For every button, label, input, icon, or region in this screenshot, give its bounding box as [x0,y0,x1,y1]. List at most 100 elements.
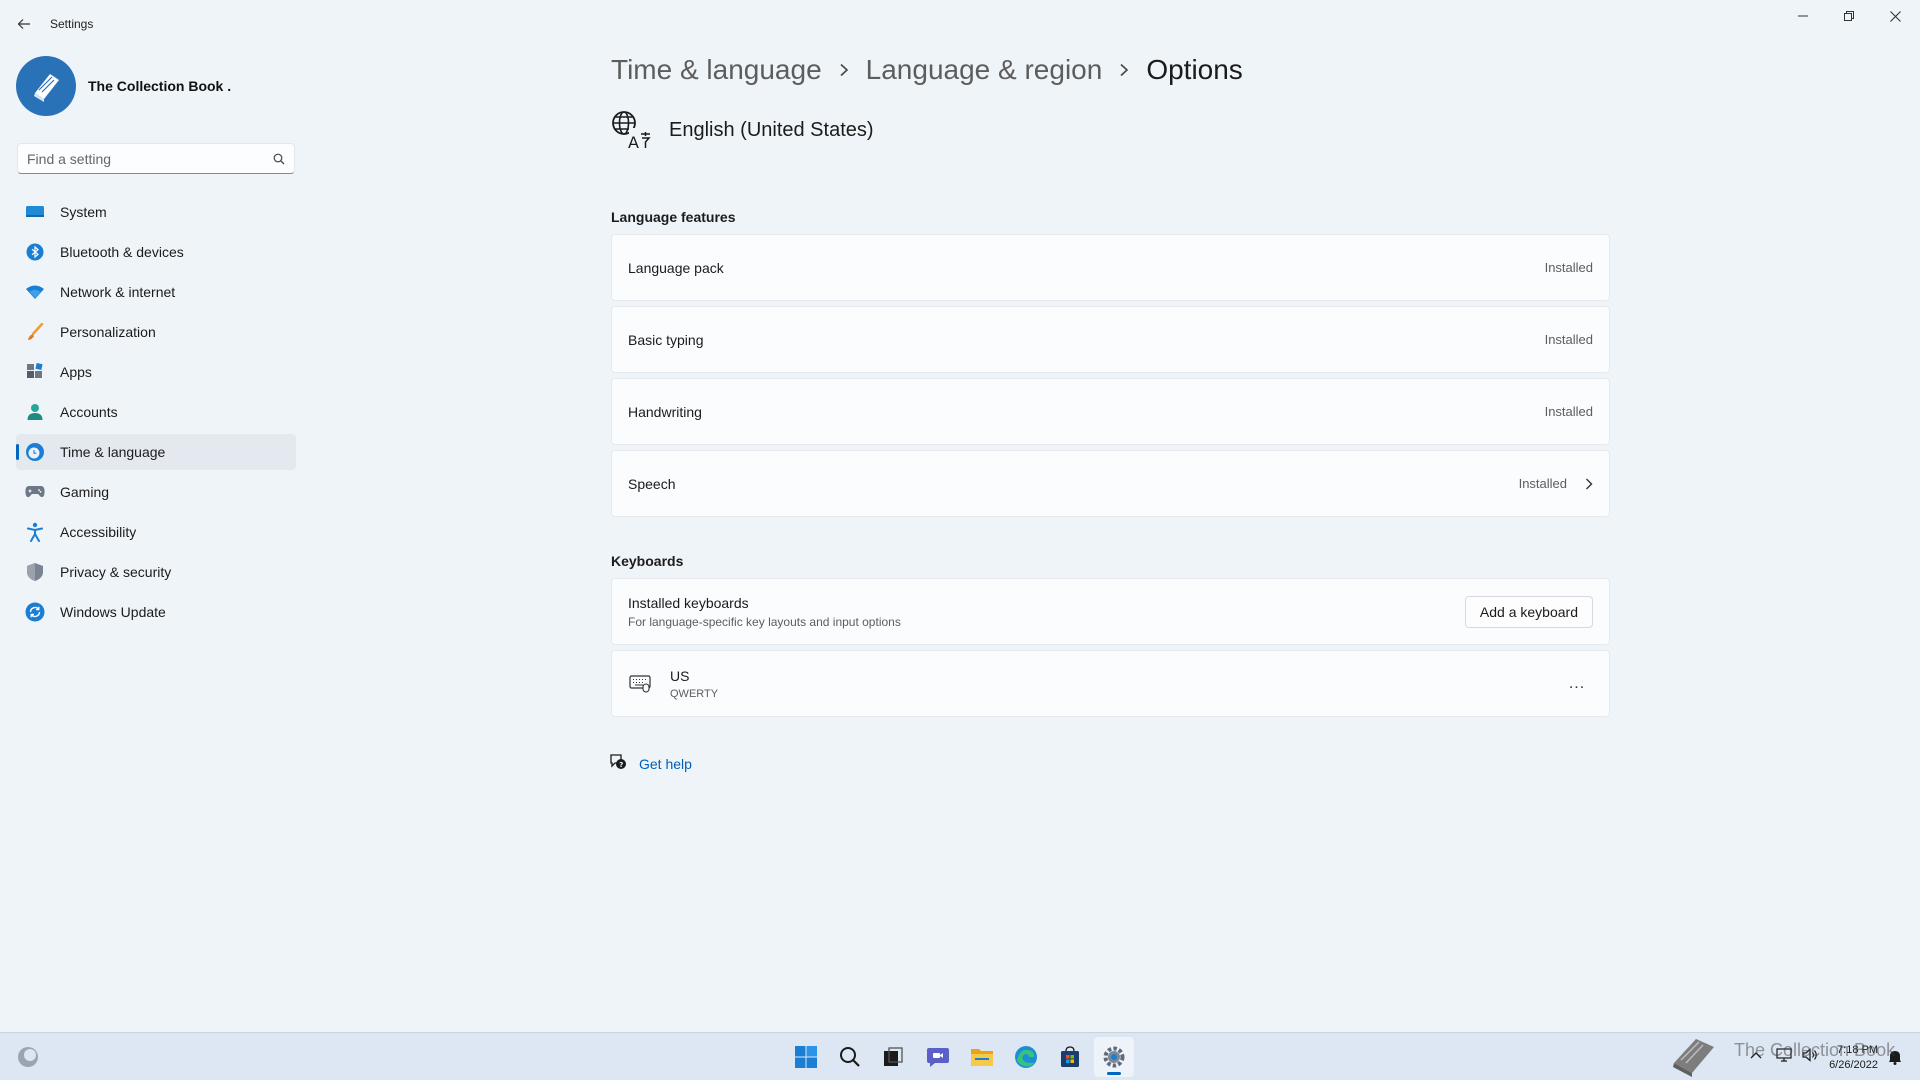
sidebar-item-system[interactable]: System [16,194,296,230]
keyboard-text: US QWERTY [670,668,718,700]
close-button[interactable] [1872,0,1918,32]
status-text: Installed [1544,332,1593,347]
back-arrow-icon [17,19,30,29]
feature-label: Basic typing [628,331,704,348]
avatar [16,56,76,116]
back-button[interactable] [12,12,36,36]
settings-taskbar-button[interactable] [1094,1037,1134,1077]
language-name: English (United States) [669,118,874,141]
keyboard-name: US [670,667,690,684]
language-features-heading: Language features [611,209,736,225]
wifi-icon [25,282,45,302]
apps-icon [25,362,45,382]
monitor-icon [25,202,45,222]
sidebar-item-accessibility[interactable]: Accessibility [16,514,296,550]
widgets-button[interactable] [8,1037,48,1077]
sidebar-item-label: Windows Update [60,604,166,620]
sidebar-item-accounts[interactable]: Accounts [16,394,296,430]
edge-icon [1015,1046,1037,1068]
brush-icon [25,322,45,342]
restore-icon [1844,11,1854,21]
add-keyboard-button[interactable]: Add a keyboard [1464,595,1593,628]
status-text: Installed [1544,404,1593,419]
edge-button[interactable] [1006,1037,1046,1077]
more-options-button[interactable]: ... [1561,668,1593,700]
sidebar-item-network[interactable]: Network & internet [16,274,296,310]
sidebar-item-bluetooth[interactable]: Bluetooth & devices [16,234,296,270]
minimize-button[interactable] [1780,0,1826,32]
start-button[interactable] [786,1037,826,1077]
installed-keyboards-text: Installed keyboards For language-specifi… [628,595,901,629]
get-help: ? Get help [609,752,692,775]
chevron-right-icon [1119,63,1129,77]
breadcrumb-time-language[interactable]: Time & language [611,54,822,86]
sidebar-item-label: Time & language [60,444,166,460]
chevron-right-icon [839,63,849,77]
language-header: A English (United States) [611,110,874,152]
handwriting-row: Handwriting Installed [611,378,1610,445]
search-icon[interactable] [264,153,294,165]
bluetooth-icon [25,242,45,262]
breadcrumb-language-region[interactable]: Language & region [866,54,1103,86]
sidebar-item-label: Privacy & security [60,564,172,580]
store-button[interactable] [1050,1037,1090,1077]
sidebar-item-apps[interactable]: Apps [16,354,296,390]
chevron-right-icon [1585,478,1593,490]
speech-row[interactable]: Speech Installed [611,450,1610,517]
sidebar-item-windows-update[interactable]: Windows Update [16,594,296,630]
restore-button[interactable] [1826,0,1872,32]
feature-label: Handwriting [628,403,702,420]
store-icon [1061,1046,1079,1067]
chat-icon [927,1048,949,1067]
breadcrumb-options: Options [1146,54,1243,85]
app-title: Settings [50,17,94,31]
sidebar-item-label: Gaming [60,484,110,500]
minimize-icon [1798,15,1808,17]
widgets-icon [18,1047,38,1067]
chat-button[interactable] [918,1037,958,1077]
clock-globe-icon [25,442,45,462]
language-pack-row: Language pack Installed [611,234,1610,301]
sidebar-item-label: Accounts [60,404,118,420]
sidebar-item-privacy[interactable]: Privacy & security [16,554,296,590]
settings-icon [1103,1046,1125,1068]
file-explorer-icon [971,1049,993,1066]
language-icon: A [611,110,651,152]
title-bar: Settings [0,0,1920,48]
start-icon [795,1046,817,1068]
installed-keyboards-subtitle: For language-specific key layouts and in… [628,614,901,629]
search-box[interactable] [17,143,295,174]
sidebar-item-label: System [60,204,107,220]
svg-text:A: A [628,133,639,150]
sidebar-item-label: Accessibility [60,524,137,540]
profile-name: The Collection Book . [88,78,232,94]
update-icon [25,602,45,622]
book-icon [1668,1033,1720,1080]
sidebar-item-gaming[interactable]: Gaming [16,474,296,510]
sidebar-item-personalization[interactable]: Personalization [16,314,296,350]
svg-text:?: ? [619,761,623,769]
sidebar-item-label: Personalization [60,324,156,340]
feature-label: Speech [628,475,676,492]
get-help-link[interactable]: Get help [639,756,692,772]
installed-keyboards-title: Installed keyboards [628,594,749,611]
accessibility-icon [25,522,45,542]
search-icon [840,1047,860,1067]
sidebar-item-label: Network & internet [60,284,176,300]
sidebar-item-time-language[interactable]: Time & language [16,434,296,470]
status-text: Installed [1518,476,1567,491]
taskbar: 7:18 PM 6/26/2022 [0,1032,1920,1080]
gamepad-icon [25,482,45,502]
basic-typing-row: Basic typing Installed [611,306,1610,373]
user-profile[interactable]: The Collection Book . [16,56,231,116]
task-view-button[interactable] [873,1037,913,1077]
search-input[interactable] [18,144,264,173]
close-icon [1889,10,1901,22]
task-view-icon [884,1047,903,1066]
feature-label: Language pack [628,259,724,276]
keyboard-us-row: US QWERTY ... [611,650,1610,717]
file-explorer-button[interactable] [962,1037,1002,1077]
status-text: Installed [1544,260,1593,275]
installed-keyboards-row: Installed keyboards For language-specifi… [611,578,1610,645]
taskbar-search-button[interactable] [830,1037,870,1077]
